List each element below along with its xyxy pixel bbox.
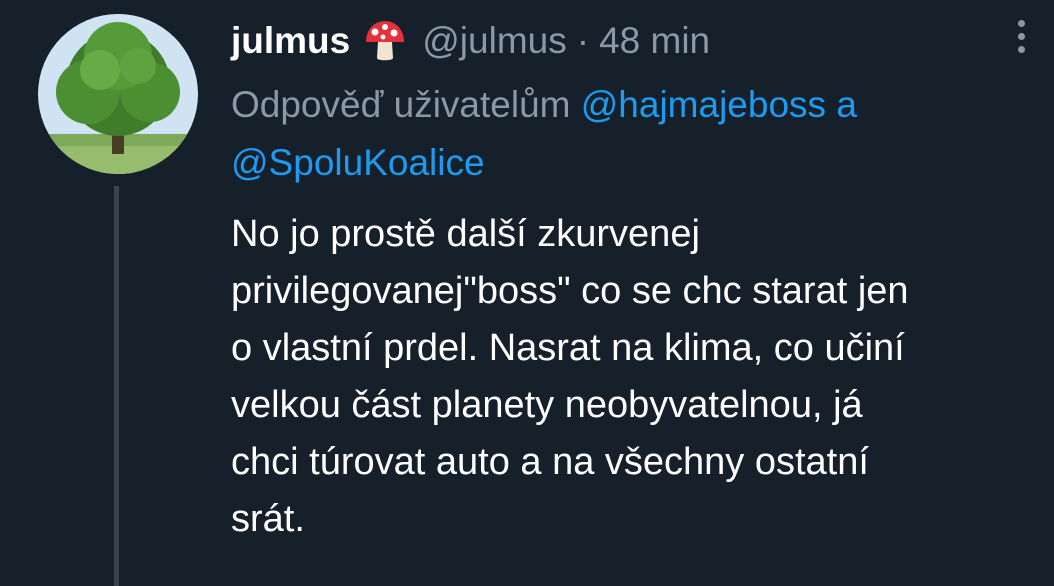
separator-dot: · — [576, 20, 590, 61]
tweet[interactable]: julmus @julmus · 48 min Odpověď uživatel… — [0, 0, 1054, 586]
tweet-text-line: chci túrovat auto a na všechny ostatní — [231, 441, 869, 483]
tree-icon — [38, 14, 198, 174]
reply-context: Odpověď uživatelům @hajmajeboss a @Spolu… — [231, 76, 1021, 192]
mushroom-icon — [362, 18, 408, 64]
mention-link[interactable]: @SpoluKoalice — [231, 142, 485, 183]
author-name[interactable]: julmus — [231, 20, 350, 62]
mention-link[interactable]: @hajmajeboss — [581, 84, 826, 125]
tweet-text-line: No jo prostě další zkurvenej — [231, 213, 700, 255]
thread-line — [114, 186, 119, 586]
tweet-header: julmus @julmus · 48 min — [231, 14, 710, 68]
tweet-text-line: privilegovanej"boss" co se chc starat je… — [231, 270, 909, 312]
reply-prefix: Odpověď uživatelům — [231, 84, 571, 125]
tweet-text-line: srát. — [231, 498, 305, 540]
tweet-text-line: velkou část planety neobyvatelnou, já — [231, 384, 863, 426]
tweet-text: No jo prostě další zkurvenej privilegova… — [231, 206, 1046, 548]
tweet-text-line: o vlastní prdel. Nasrat na klima, co uči… — [231, 327, 905, 369]
avatar[interactable] — [38, 14, 198, 174]
timestamp[interactable]: 48 min — [599, 20, 710, 62]
mention-conjunction: a — [836, 84, 857, 125]
more-vertical-icon[interactable] — [1004, 14, 1038, 58]
author-handle[interactable]: @julmus — [422, 20, 566, 62]
